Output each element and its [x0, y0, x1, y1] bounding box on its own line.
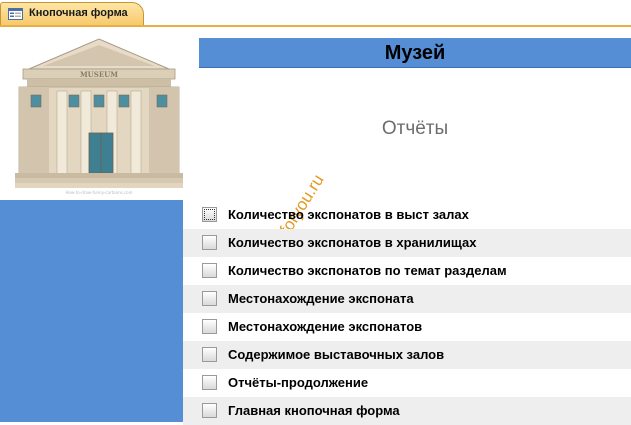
menu-item[interactable]: Отчёты-продолжение [183, 369, 631, 397]
menu-item-button[interactable] [202, 319, 217, 334]
form-subtitle: Отчёты [381, 118, 449, 139]
menu-item[interactable]: Местонахождение экспоната [183, 285, 631, 313]
menu-item-label[interactable]: Местонахождение экспоната [228, 291, 414, 306]
menu-item-button[interactable] [202, 207, 217, 222]
museum-sign-text: MUSEUM [80, 70, 118, 79]
menu-item-label[interactable]: Отчёты-продолжение [228, 375, 368, 390]
museum-building-illustration: MUSEUM How-to-draw-funny-cartoons.com [15, 38, 183, 195]
menu-item[interactable]: Количество экспонатов в выст залах [183, 201, 631, 229]
menu-item-label[interactable]: Главная кнопочная форма [228, 403, 400, 418]
menu-item-button[interactable] [202, 347, 217, 362]
tab-label: Кнопочная форма [29, 7, 128, 19]
form-title: Музей [384, 42, 446, 64]
menu-item[interactable]: Главная кнопочная форма [183, 397, 631, 425]
menu-item-label[interactable]: Количество экспонатов в хранилищах [228, 235, 476, 250]
form-icon [8, 8, 23, 20]
menu-item-label[interactable]: Количество экспонатов по темат разделам [228, 263, 507, 278]
menu-item-button[interactable] [202, 291, 217, 306]
document-tab-bar: Кнопочная форма [0, 0, 631, 27]
menu-item[interactable]: Содержимое выставочных залов [183, 341, 631, 369]
menu-item-label[interactable]: Содержимое выставочных залов [228, 347, 444, 362]
menu-item[interactable]: Местонахождение экспонатов [183, 313, 631, 341]
menu-item-label[interactable]: Количество экспонатов в выст залах [228, 207, 469, 222]
menu-item[interactable]: Количество экспонатов по темат разделам [183, 257, 631, 285]
tab-switchboard-form[interactable]: Кнопочная форма [0, 2, 144, 26]
menu-item-label[interactable]: Местонахождение экспонатов [228, 319, 422, 334]
left-accent-panel [0, 200, 183, 422]
svg-text:How-to-draw-funny-cartoons.com: How-to-draw-funny-cartoons.com [66, 190, 133, 195]
title-band: Музей [199, 38, 631, 68]
menu-item[interactable]: Количество экспонатов в хранилищах [183, 229, 631, 257]
menu-item-button[interactable] [202, 263, 217, 278]
menu-item-button[interactable] [202, 403, 217, 418]
menu-item-button[interactable] [202, 375, 217, 390]
switchboard-form: MUSEUM How-to-draw-funny-cartoons.com Му… [0, 27, 631, 425]
menu-item-button[interactable] [202, 235, 217, 250]
